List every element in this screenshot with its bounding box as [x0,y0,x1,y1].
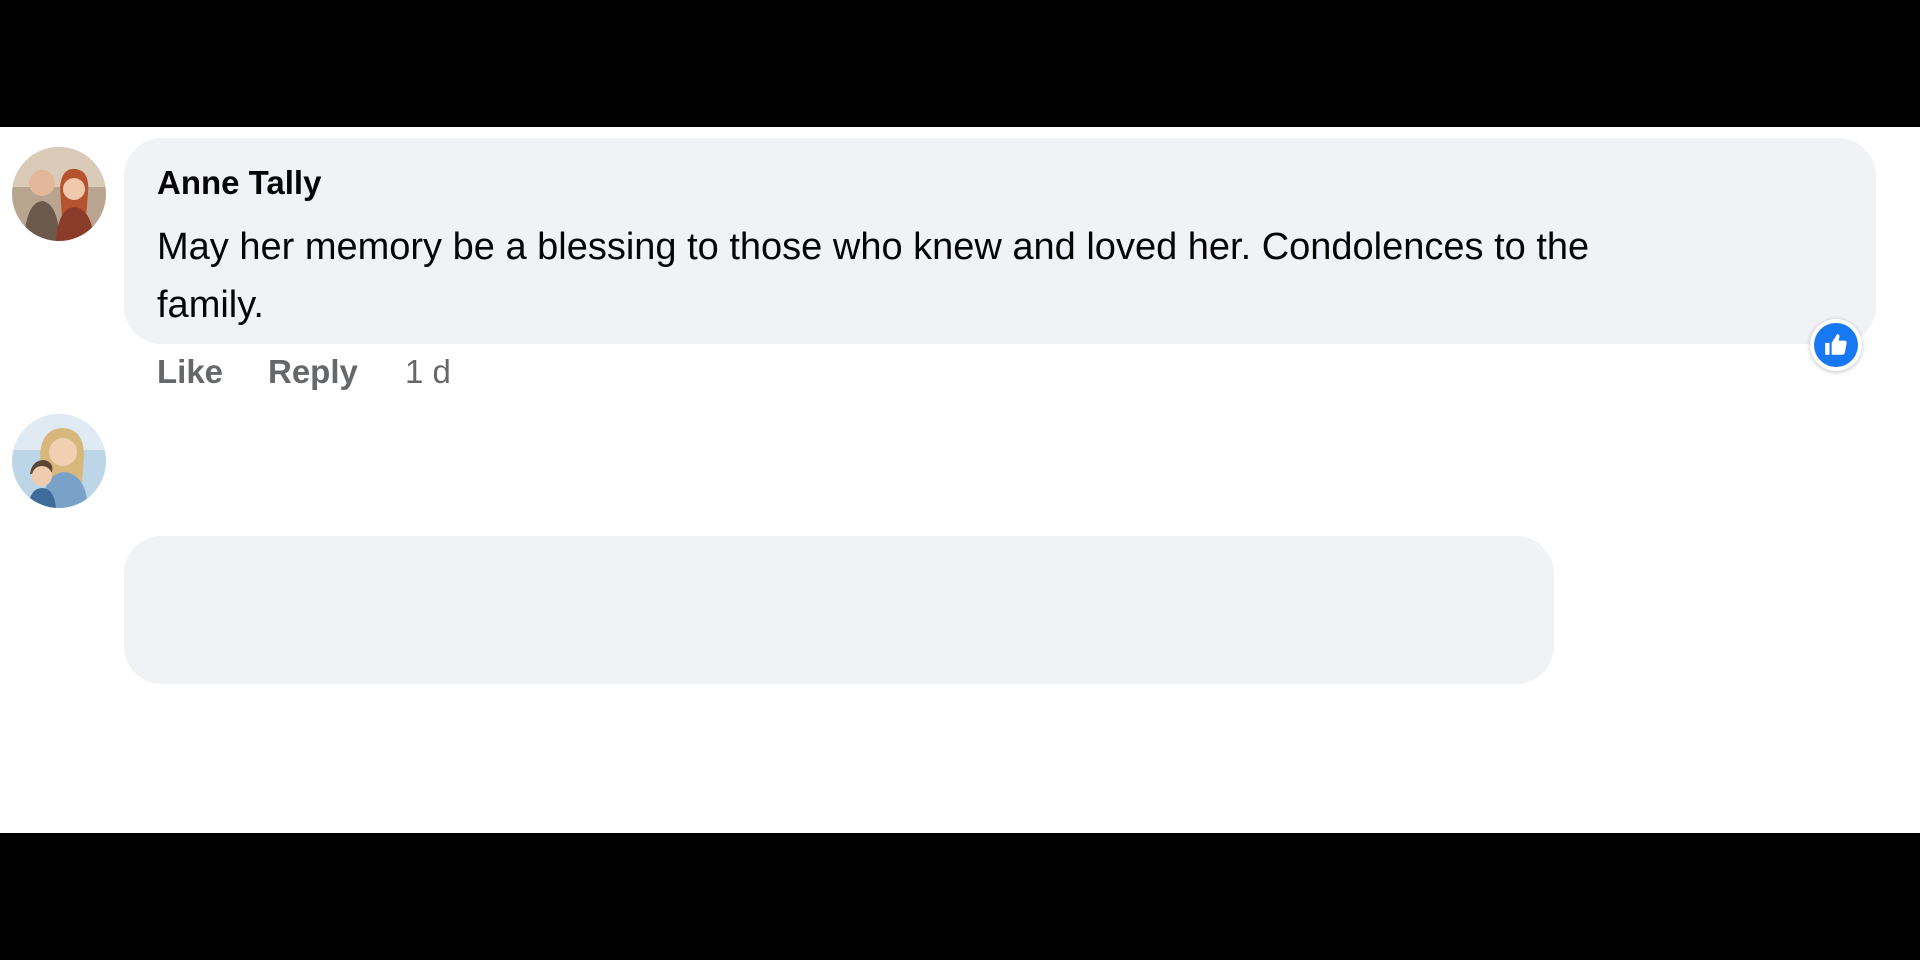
comment-bubble: Anne Tally May her memory be a blessing … [124,138,1876,344]
avatar[interactable] [12,414,106,508]
comment-author[interactable]: Anne Tally [157,164,321,202]
reply-link[interactable]: Reply [268,353,358,391]
reaction-summary[interactable] [1810,319,1862,371]
comment-bubble [124,536,1554,684]
comment-text-line: family. [157,284,264,326]
avatar[interactable] [12,147,106,241]
comment-timestamp[interactable]: 1 d [405,353,451,391]
comment-item: Anne Tally May her memory be a blessing … [0,127,1920,390]
comment-item [0,398,1920,684]
comment-text: May her memory be a blessing to those wh… [157,218,1589,334]
like-icon [1814,323,1858,367]
like-link[interactable]: Like [157,353,223,391]
comment-text-line: May her memory be a blessing to those wh… [157,226,1590,268]
comments-panel: Anne Tally May her memory be a blessing … [0,127,1920,833]
